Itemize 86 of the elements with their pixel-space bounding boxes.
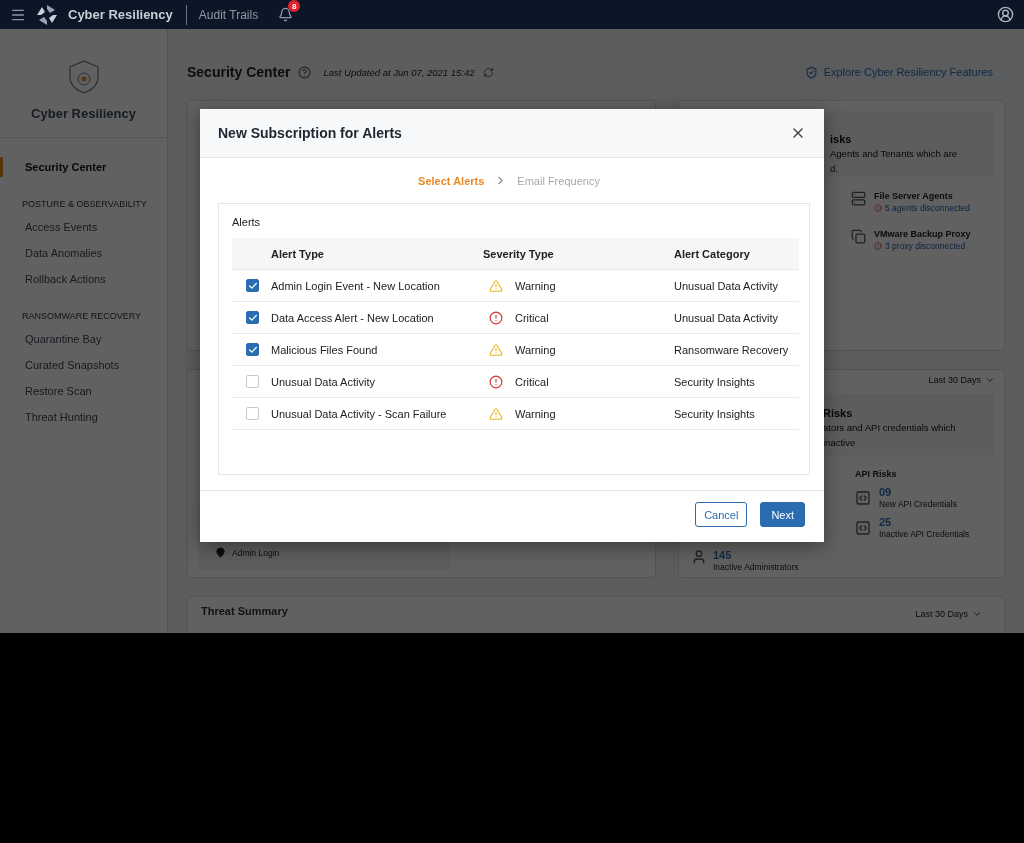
column-header: Alert Type (271, 247, 325, 260)
table-cell: Warning (515, 343, 556, 356)
period-dropdown[interactable]: Last 30 Days (928, 375, 995, 385)
banner-text: inactive (823, 437, 857, 449)
last-updated-text: Last Updated at Jun 07, 2021 15:42 (323, 66, 475, 78)
sidebar-item[interactable]: Rollback Actions (0, 269, 167, 289)
banner-text: ators and API credentials which (823, 422, 957, 434)
avatar-icon[interactable] (997, 6, 1014, 23)
warning-icon (489, 342, 503, 357)
sidebar-item[interactable]: Curated Snapshots (0, 355, 167, 375)
checkbox[interactable] (246, 407, 259, 420)
modal-title: New Subscription for Alerts (218, 125, 403, 141)
checkbox[interactable] (246, 279, 259, 292)
chevron-down-icon (972, 609, 982, 619)
sidebar-title: Cyber Resiliency (31, 106, 136, 121)
warning-icon (489, 406, 503, 421)
stat-label: Inactive API Credentials (879, 529, 970, 539)
table-cell-text: Security Insights (674, 375, 756, 388)
stat-label: Inactive Administrators (713, 562, 799, 572)
stat-label: New API Credentials (879, 499, 957, 509)
agent-title: VMware Backup Proxy (874, 229, 971, 239)
checkbox[interactable] (246, 343, 259, 356)
table-cell-text: Unusual Data Activity (674, 279, 779, 292)
stat-value: 145 (713, 549, 733, 561)
audit-trails-link[interactable]: Audit Trails (198, 7, 259, 22)
shield-icon (804, 65, 818, 79)
table-cell-text: Unusual Data Activity (271, 375, 376, 388)
step-label: Email Frequency (517, 174, 600, 187)
error-icon (874, 204, 882, 212)
table-cell: Warning (515, 407, 556, 420)
code-icon (855, 519, 871, 536)
banner-title: Risks (823, 407, 854, 419)
code-icon (855, 489, 871, 506)
error-icon (874, 242, 882, 250)
table-cell-text: Admin Login Event - New Location (271, 279, 441, 292)
help-icon[interactable] (298, 65, 312, 79)
sidebar-item[interactable]: Access Events (0, 217, 167, 237)
checkbox[interactable] (246, 311, 259, 324)
warning-icon (489, 278, 503, 293)
server-icon (851, 191, 866, 206)
table-cell-text: Ransomware Recovery (674, 343, 790, 356)
chevron-down-icon (985, 375, 995, 385)
cancel-button[interactable]: Cancel (695, 502, 748, 527)
disconnected-link[interactable]: 5 agents disconnected (874, 203, 971, 213)
sidebar-item[interactable]: Restore Scan (0, 381, 167, 401)
bell-icon[interactable] (278, 7, 294, 22)
next-button[interactable]: Next (760, 502, 805, 527)
sidebar-item[interactable]: Threat Hunting (0, 407, 167, 427)
stat-value: 09 (879, 486, 893, 498)
section-heading: RANSOMWARE RECOVERY (21, 310, 143, 323)
stat-value: 25 (879, 516, 893, 528)
column-header: Alert Category (674, 247, 751, 260)
sidebar-item[interactable]: Data Anomalies (0, 243, 167, 263)
table-cell-text: Unusual Data Activity - Scan Failure (271, 407, 448, 420)
table-cell: Critical (515, 311, 549, 324)
column-header: Severity Type (483, 247, 555, 260)
period-dropdown[interactable]: Last 30 Days (915, 609, 982, 619)
error-icon (489, 374, 503, 389)
agent-title: File Server Agents (874, 191, 954, 201)
map-pin-icon (215, 547, 226, 558)
table-cell-text: Data Access Alert - New Location (271, 311, 435, 324)
table-cell-text: Security Insights (674, 407, 756, 420)
table-cell: Critical (515, 375, 549, 388)
step-label: Select Alerts (418, 174, 485, 187)
disconnected-link[interactable]: 3 proxy disconnected (874, 241, 971, 251)
sidebar-item[interactable]: Security Center (0, 157, 167, 177)
section-heading: POSTURE & OBSERVABILITY (21, 198, 148, 211)
table-cell-text: Malicious Files Found (271, 343, 379, 356)
panel-title: Alerts (232, 216, 262, 228)
login-label: Admin Login (232, 548, 280, 558)
banner-text: d. (830, 163, 839, 175)
card-title: Threat Summary (201, 605, 288, 617)
sidebar-item[interactable]: Quarantine Bay (0, 329, 167, 349)
user-icon (691, 549, 707, 565)
table-cell: Warning (515, 279, 556, 292)
table-cell-text: Unusual Data Activity (674, 311, 779, 324)
checkbox[interactable] (246, 375, 259, 388)
notification-badge: 8 (288, 0, 301, 12)
page-title: Security Center (187, 64, 291, 80)
app-name: Cyber Resiliency (68, 4, 187, 25)
api-risks-title: API Risks (855, 469, 898, 479)
banner-title: isks (830, 133, 853, 145)
copy-icon (851, 229, 866, 244)
banner-text: Agents and Tenants which are (830, 148, 959, 160)
error-icon (489, 310, 503, 325)
app-logo-icon (36, 3, 58, 26)
